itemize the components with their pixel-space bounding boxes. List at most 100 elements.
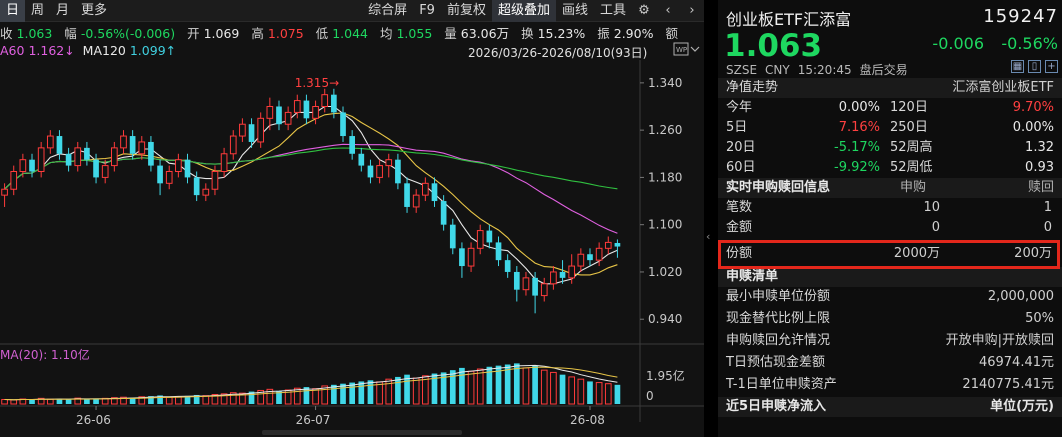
subscription-row-label: 金额 <box>726 220 753 235</box>
collapse-handle-icon[interactable]: ‹ <box>706 222 716 252</box>
candle-body <box>422 182 429 196</box>
volume-bar <box>1 398 8 405</box>
subscription-buy-value: 10 <box>923 200 940 215</box>
candle-body <box>93 159 99 178</box>
volume-bar <box>540 369 548 405</box>
redemption-row-label: T日预估现金差额 <box>726 355 825 370</box>
nav-period-value: 0.00% <box>838 100 880 115</box>
add-icon[interactable]: + <box>1045 60 1058 73</box>
nav-title: 净值走势 <box>726 80 779 95</box>
volume-bar <box>65 399 72 404</box>
candle-body <box>129 136 136 154</box>
nav-period-value-2: 9.70% <box>1012 100 1054 115</box>
nav-period-label-2: 52周低 <box>890 160 933 175</box>
currency: CNY <box>765 63 790 77</box>
candle-body <box>449 224 456 249</box>
col-header-sell: 赎回 <box>1027 180 1054 195</box>
grid-icon[interactable]: ▦ <box>1011 60 1024 73</box>
candle-body <box>101 165 109 178</box>
volume-axis-top: 1.95亿 <box>646 368 685 383</box>
volume-bar <box>93 399 99 404</box>
candle-body <box>376 165 383 178</box>
candle-body <box>568 265 576 279</box>
volume-bar <box>358 381 365 404</box>
volume-bar <box>577 378 585 405</box>
volume-bar <box>29 399 35 404</box>
high-value: 1.075 <box>267 26 304 41</box>
candle-body <box>559 271 566 278</box>
nav-period-value: 7.16% <box>838 120 880 135</box>
candle-body <box>395 159 401 184</box>
draw-line-button[interactable]: 画线 <box>556 0 594 22</box>
candle-body <box>37 147 45 173</box>
super-overlay-button[interactable]: 超级叠加 <box>491 0 556 22</box>
period-tabs: 日 周 月 更多 <box>0 0 113 22</box>
tab-more[interactable]: 更多 <box>75 0 113 22</box>
chart-scrollbar <box>262 430 462 435</box>
volume-bar <box>513 363 520 404</box>
candle-body <box>276 106 282 125</box>
candle-body <box>257 117 265 143</box>
candle-body <box>202 188 210 196</box>
gear-icon[interactable]: ⚙ <box>632 0 656 22</box>
candle-body <box>56 136 63 154</box>
composite-screen-button[interactable]: 综合屏 <box>362 0 413 22</box>
candle-body <box>604 241 612 249</box>
redemption-row-label: 最小申赎单位份额 <box>726 289 831 304</box>
chevron-left-icon[interactable]: ‹ <box>656 0 680 22</box>
chevron-right-icon[interactable]: › <box>680 0 704 22</box>
tab-week[interactable]: 周 <box>25 0 50 22</box>
subscription-buy-value: 0 <box>931 220 940 235</box>
candle-body <box>74 147 82 167</box>
tab-day[interactable]: 日 <box>0 0 26 22</box>
amount-label: 额 <box>665 26 678 41</box>
volume-value: 63.06万 <box>460 26 510 41</box>
tab-month[interactable]: 月 <box>50 0 75 22</box>
redemption-row-label: 申购赎回允许情况 <box>726 333 831 348</box>
amplitude-label: 振 <box>597 26 610 41</box>
forward-adjust-button[interactable]: 前复权 <box>441 0 492 22</box>
change-label: 幅 <box>64 26 77 41</box>
svg-text:WP: WP <box>676 46 687 54</box>
fund-sub-info: SZSE CNY 15:20:45 盘后交易 <box>726 61 916 78</box>
y-tick-label: 1.260 <box>648 123 682 137</box>
volume-ma-label: MA(20): 1.10亿 <box>0 348 90 362</box>
candle-body <box>404 183 410 207</box>
x-tick-label: 26-07 <box>296 413 331 427</box>
candle-body <box>349 136 355 154</box>
candlestick-chart[interactable]: 1.340 1.260 1.180 1.100 1.020 0.940 1.315→ 1.95… <box>0 60 704 437</box>
subscription-row: 笔数 10 1 <box>718 198 1062 218</box>
volume-bar <box>367 380 374 404</box>
nav-period-value-2: 0.93 <box>1025 160 1054 175</box>
nav-period-label: 60日 <box>726 160 756 175</box>
volume-bar <box>412 377 420 405</box>
volume-bar <box>331 384 337 404</box>
y-tick-label: 1.340 <box>648 76 682 90</box>
redemption-row-value: 50% <box>1025 311 1054 326</box>
candle-body <box>513 271 520 290</box>
subscription-title: 实时申购赎回信息 <box>726 180 831 195</box>
volume-bar <box>467 370 475 405</box>
nav-row: 5日 7.16% 250日 0.00% <box>718 118 1062 138</box>
candle-body <box>138 141 146 155</box>
nav-period-label: 今年 <box>726 100 753 115</box>
open-label: 开 <box>187 26 200 41</box>
ma60-label: A60 <box>0 43 25 58</box>
candle-body <box>293 100 301 113</box>
candle-body <box>248 124 255 142</box>
redemption-row: 现金替代比例上限 50% <box>718 309 1062 329</box>
tools-button[interactable]: 工具 <box>594 0 632 22</box>
candle-body <box>211 171 219 190</box>
ma120-value: 1.099↑ <box>129 43 177 58</box>
nav-row: 今年 0.00% 120日 9.70% <box>718 98 1062 118</box>
f9-button[interactable]: F9 <box>413 0 441 22</box>
bookmark-icon[interactable]: ▯ <box>1028 60 1041 73</box>
volume-bar <box>604 383 612 405</box>
net-inflow-unit: 单位(万元) <box>990 399 1054 414</box>
overlay-dropdown-icon[interactable]: WP <box>672 41 702 61</box>
redemption-row: T日预估现金差额 46974.41元 <box>718 353 1062 373</box>
nav-row: 20日 -5.17% 52周高 1.32 <box>718 138 1062 158</box>
net-inflow-title: 近5日申赎净流入 <box>726 399 827 414</box>
avg-label: 均 <box>379 26 393 41</box>
subscription-sell-value: 0 <box>1043 220 1052 235</box>
